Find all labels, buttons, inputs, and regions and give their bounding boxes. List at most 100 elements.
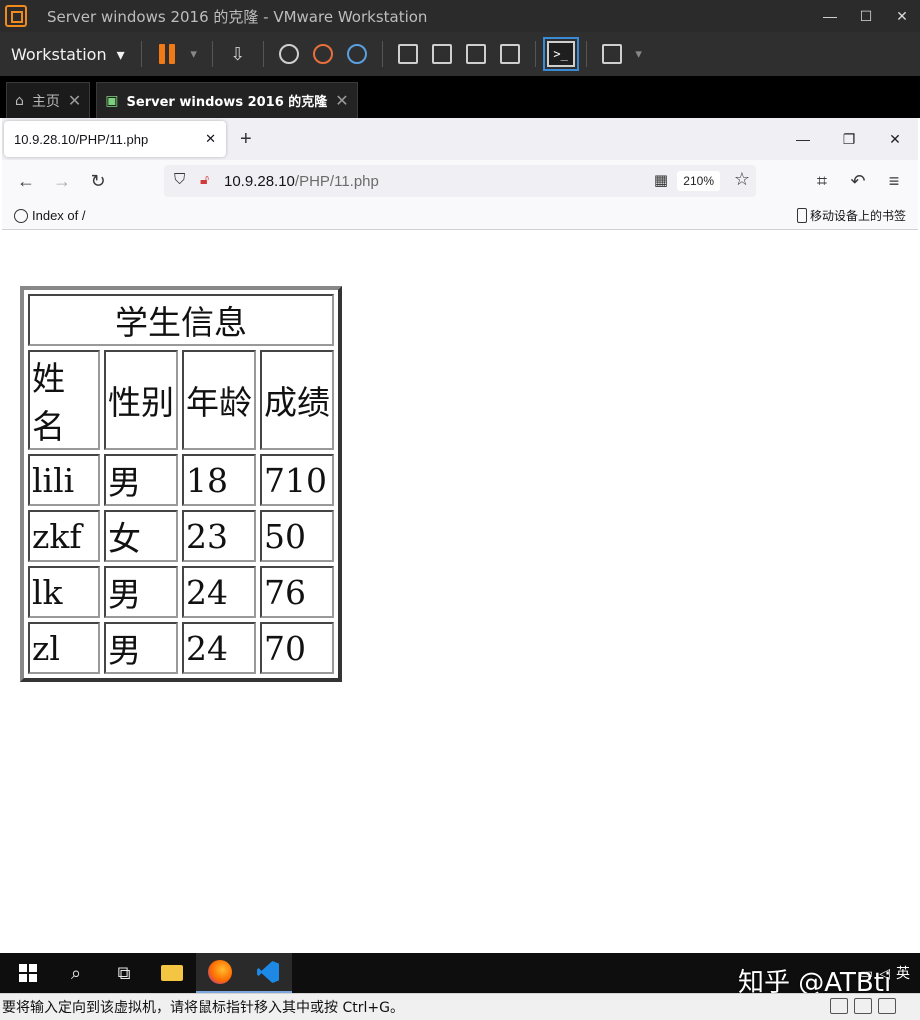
pause-button[interactable]: [150, 37, 184, 71]
browser-restore-icon[interactable]: ❐: [826, 118, 872, 160]
table-cell: 710: [260, 454, 334, 506]
table-cell: 男: [104, 622, 178, 674]
table-row: lili 男 18 710: [28, 454, 334, 506]
stretch-button[interactable]: [595, 37, 629, 71]
menu-button[interactable]: ≡: [876, 165, 912, 197]
task-view-button[interactable]: ⧉: [100, 953, 148, 993]
vmware-status-bar: 要将输入定向到该虚拟机，请将鼠标指针移入其中或按 Ctrl+G。: [0, 993, 920, 1020]
qr-code-icon[interactable]: ▦: [654, 171, 668, 189]
table-cell: 男: [104, 454, 178, 506]
table-row: lk 男 24 76: [28, 566, 334, 618]
vmware-toolbar: Workstation ▾ ▾ ⇩ >_ ▾: [0, 32, 920, 76]
bookmark-star-icon[interactable]: ☆: [734, 169, 750, 190]
crop-icon: ⌗: [816, 170, 828, 191]
network-adapter-icon[interactable]: [854, 998, 872, 1014]
url-bar[interactable]: ⛉ 🔓︎ 10.9.28.10/PHP/11.php ▦ 210% ☆: [164, 165, 756, 197]
back-button[interactable]: ←: [8, 165, 44, 197]
insecure-lock-icon[interactable]: 🔓︎: [200, 171, 209, 188]
table-cell: lk: [28, 566, 100, 618]
message-icon[interactable]: [878, 998, 896, 1014]
windows-logo-icon: [19, 964, 37, 982]
toolbar-divider: [534, 41, 536, 67]
toolbar-divider: [585, 41, 587, 67]
console-view-button[interactable]: >_: [542, 37, 579, 71]
close-tab-icon[interactable]: ✕: [205, 131, 216, 147]
revert-snapshot-button[interactable]: [306, 37, 340, 71]
undo-icon: ↶: [850, 170, 866, 191]
browser-tab-title: 10.9.28.10/PHP/11.php: [14, 131, 149, 147]
page-content: 学生信息 姓名 性别 年龄 成绩 lili 男 18 710 zkf 女 23 …: [2, 230, 918, 953]
power-dropdown-button[interactable]: ▾: [184, 37, 204, 71]
tab-vm[interactable]: ▣ Server windows 2016 的克隆 ✕: [96, 82, 358, 118]
bookmark-label: Index of /: [32, 208, 86, 223]
snapshot-manager-icon: [346, 44, 367, 64]
workstation-menu[interactable]: Workstation ▾: [11, 45, 125, 64]
forward-button[interactable]: →: [44, 165, 80, 197]
snapshot-manager-button[interactable]: [340, 37, 374, 71]
header-cell: 成绩: [260, 350, 334, 450]
table-cell: 18: [182, 454, 256, 506]
close-tab-icon[interactable]: ✕: [68, 91, 81, 110]
snapshot-icon: [278, 44, 299, 64]
undo-button[interactable]: ↶: [840, 165, 876, 197]
browser-tab[interactable]: 10.9.28.10/PHP/11.php ✕: [4, 121, 226, 157]
toolbar-divider: [140, 41, 142, 67]
table-cell: 女: [104, 510, 178, 562]
table-header-row: 姓名 性别 年龄 成绩: [28, 350, 334, 450]
firefox-icon: [208, 960, 232, 984]
phone-icon: [796, 208, 807, 223]
terminal-icon: >_: [542, 37, 579, 71]
thumbnail-view-button[interactable]: [425, 37, 459, 71]
send-ctrl-alt-del-button[interactable]: ⇩: [221, 37, 255, 71]
zoom-level[interactable]: 210%: [677, 171, 720, 191]
mobile-bookmarks-label: 移动设备上的书签: [809, 209, 906, 223]
header-cell: 年龄: [182, 350, 256, 450]
table-cell: zl: [28, 622, 100, 674]
table-cell: 70: [260, 622, 334, 674]
input-language[interactable]: 英: [896, 963, 910, 983]
fullscreen-icon: [465, 44, 486, 64]
vm-icon: ▣: [105, 92, 119, 109]
start-button[interactable]: [4, 953, 52, 993]
unity-button[interactable]: [493, 37, 527, 71]
browser-minimize-icon[interactable]: —: [780, 118, 826, 160]
vscode-taskbar-button[interactable]: [244, 953, 292, 993]
close-tab-icon[interactable]: ✕: [335, 91, 348, 110]
library-view-button[interactable]: [391, 37, 425, 71]
minimize-icon[interactable]: —: [812, 0, 848, 32]
table-row: zkf 女 23 50: [28, 510, 334, 562]
table-cell: 24: [182, 622, 256, 674]
browser-nav-bar: ← → ↻ ⛉ 🔓︎ 10.9.28.10/PHP/11.php ▦ 210% …: [2, 160, 918, 202]
network-transfer-icon: ⇩: [230, 43, 246, 64]
pause-icon: [156, 42, 178, 66]
close-icon[interactable]: ✕: [884, 0, 920, 32]
search-icon: ⌕: [70, 962, 82, 983]
thumbnail-icon: [431, 44, 452, 64]
stretch-dropdown-button[interactable]: ▾: [629, 37, 649, 71]
stretch-icon: [601, 44, 622, 64]
screenshot-button[interactable]: ⌗: [804, 165, 840, 197]
new-tab-icon[interactable]: +: [240, 128, 252, 151]
hard-disk-icon[interactable]: [830, 998, 848, 1014]
maximize-icon[interactable]: ☐: [848, 0, 884, 32]
full-screen-button[interactable]: [459, 37, 493, 71]
search-button[interactable]: ⌕: [52, 953, 100, 993]
table-caption: 学生信息: [28, 294, 334, 346]
bookmark-item[interactable]: Index of /: [14, 208, 85, 223]
vmware-logo-icon: [5, 5, 27, 27]
header-cell: 姓名: [28, 350, 100, 450]
firefox-taskbar-button[interactable]: [196, 953, 244, 993]
snapshot-button[interactable]: [272, 37, 306, 71]
table-cell: 24: [182, 566, 256, 618]
browser-close-icon[interactable]: ✕: [872, 118, 918, 160]
url-host: 10.9.28.10: [224, 172, 295, 190]
hamburger-icon: ≡: [888, 170, 900, 191]
reload-button[interactable]: ↻: [80, 165, 116, 197]
shield-icon[interactable]: ⛉: [174, 171, 185, 188]
mobile-bookmarks[interactable]: 移动设备上的书签: [796, 207, 906, 224]
chevron-down-icon: ▾: [116, 44, 125, 64]
home-icon: ⌂: [15, 92, 24, 109]
tab-home[interactable]: ⌂ 主页 ✕: [6, 82, 91, 118]
file-explorer-button[interactable]: [148, 953, 196, 993]
url-text[interactable]: 10.9.28.10/PHP/11.php: [224, 173, 379, 190]
